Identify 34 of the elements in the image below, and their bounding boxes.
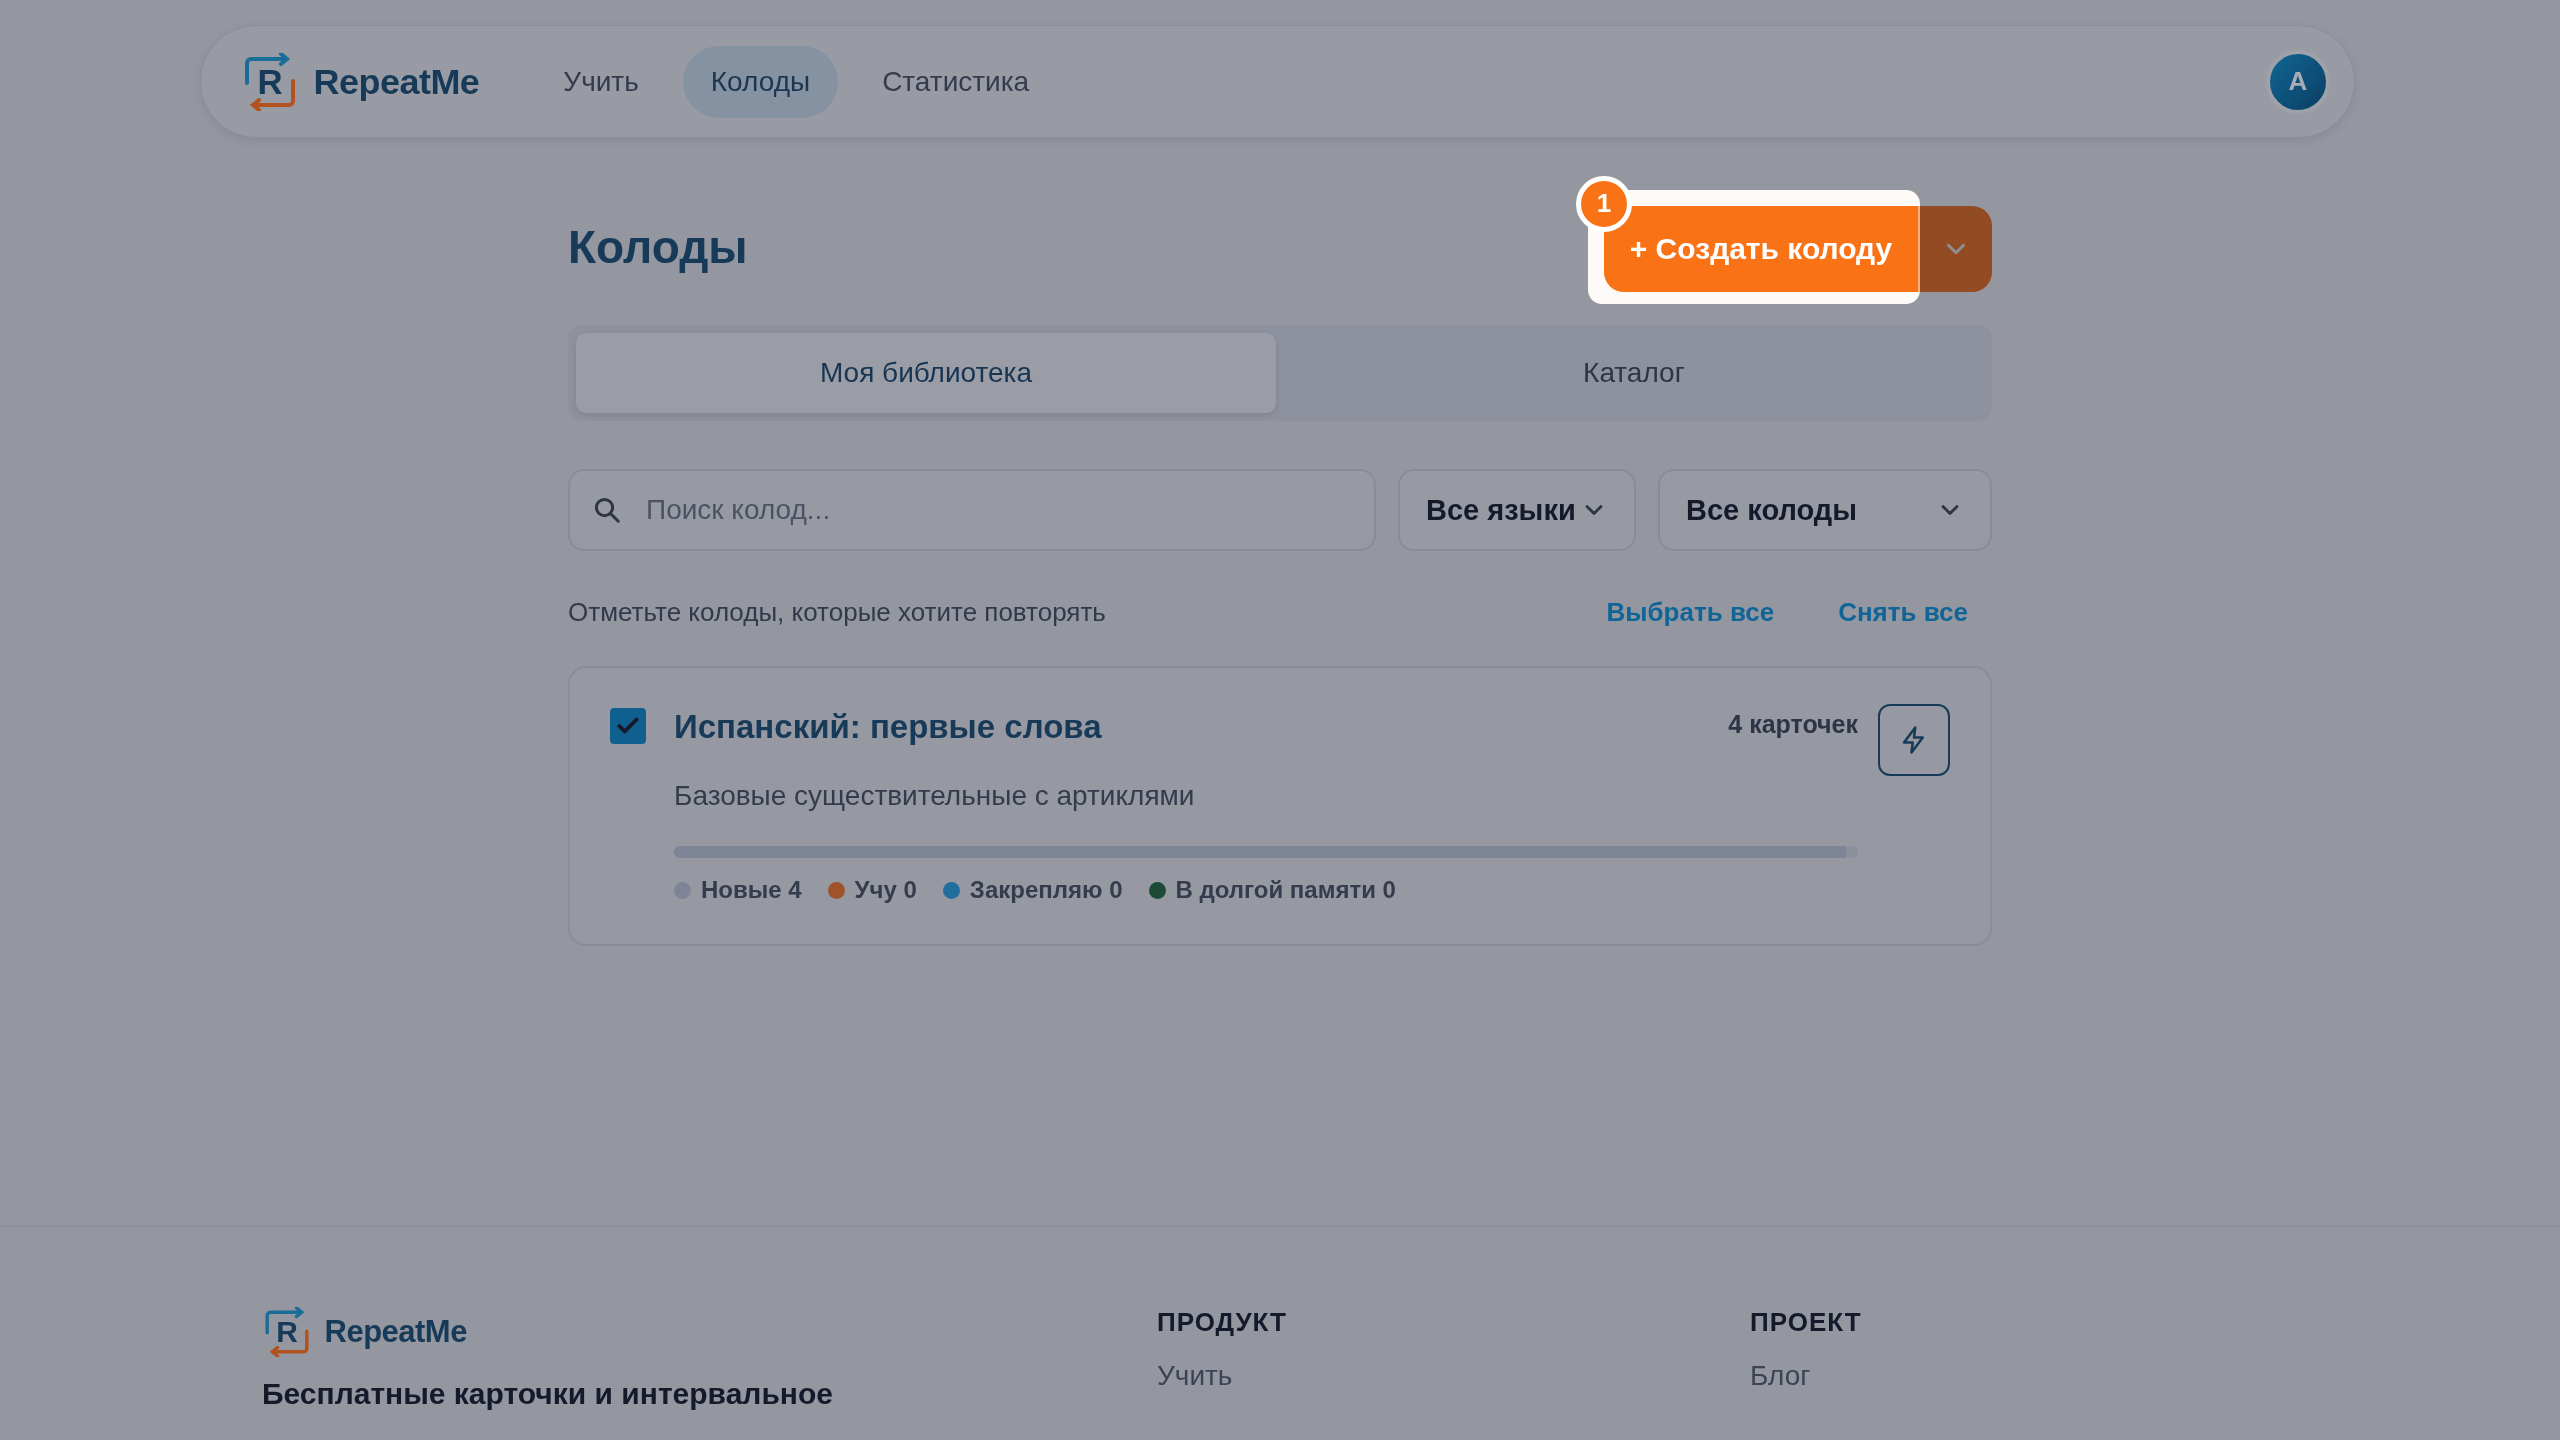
deck-title: Испанский: первые слова: [674, 708, 1102, 746]
legend-label: Закрепляю 0: [969, 876, 1123, 904]
logo-mark: R: [241, 52, 299, 111]
select-link[interactable]: Снять все: [1838, 597, 1968, 628]
legend-label: Учу 0: [854, 876, 917, 904]
nav-link[interactable]: Учить: [535, 45, 667, 118]
footer-heading: ПРОЕКТ: [1750, 1307, 1863, 1338]
tab[interactable]: Каталог: [1284, 333, 1984, 413]
filter-select[interactable]: Все языки: [1398, 469, 1636, 551]
tour-step-badge: 1: [1576, 175, 1632, 232]
legend-label: В долгой памяти 0: [1175, 876, 1396, 904]
footer-heading: ПРОДУКТ: [1157, 1307, 1288, 1338]
tab[interactable]: Моя библиотека: [576, 333, 1276, 413]
card-count: 4 карточек: [1728, 710, 1858, 739]
legend-label: Новые 4: [701, 876, 802, 904]
search-icon: [592, 495, 622, 525]
footer-link[interactable]: Блог: [1750, 1360, 2343, 1392]
logo-text: RepeatMe: [324, 1314, 467, 1350]
deck-checkbox[interactable]: [610, 708, 646, 744]
filter-select[interactable]: Все колоды: [1658, 469, 1992, 551]
deck-description: Базовые существительные с артиклями: [674, 780, 1196, 812]
footer-tagline: Бесплатные карточки и интервальное: [262, 1377, 834, 1411]
logo-text: RepeatMe: [313, 60, 480, 103]
study-button[interactable]: [1878, 704, 1950, 776]
user-avatar[interactable]: A: [2266, 49, 2330, 114]
nav-link[interactable]: Колоды: [682, 45, 839, 118]
footer-link[interactable]: Учить: [1157, 1360, 1750, 1392]
select-link[interactable]: Выбрать все: [1606, 597, 1775, 628]
logo-mark: R: [262, 1307, 312, 1357]
page-title: Колоды: [568, 219, 748, 274]
search-field[interactable]: Поиск колод...: [568, 469, 1377, 551]
create-dropdown-button[interactable]: [1920, 205, 1992, 292]
hint-text: Отметьте колоды, которые хотите повторять: [568, 597, 1106, 628]
nav-link[interactable]: Статистика: [854, 45, 1058, 118]
